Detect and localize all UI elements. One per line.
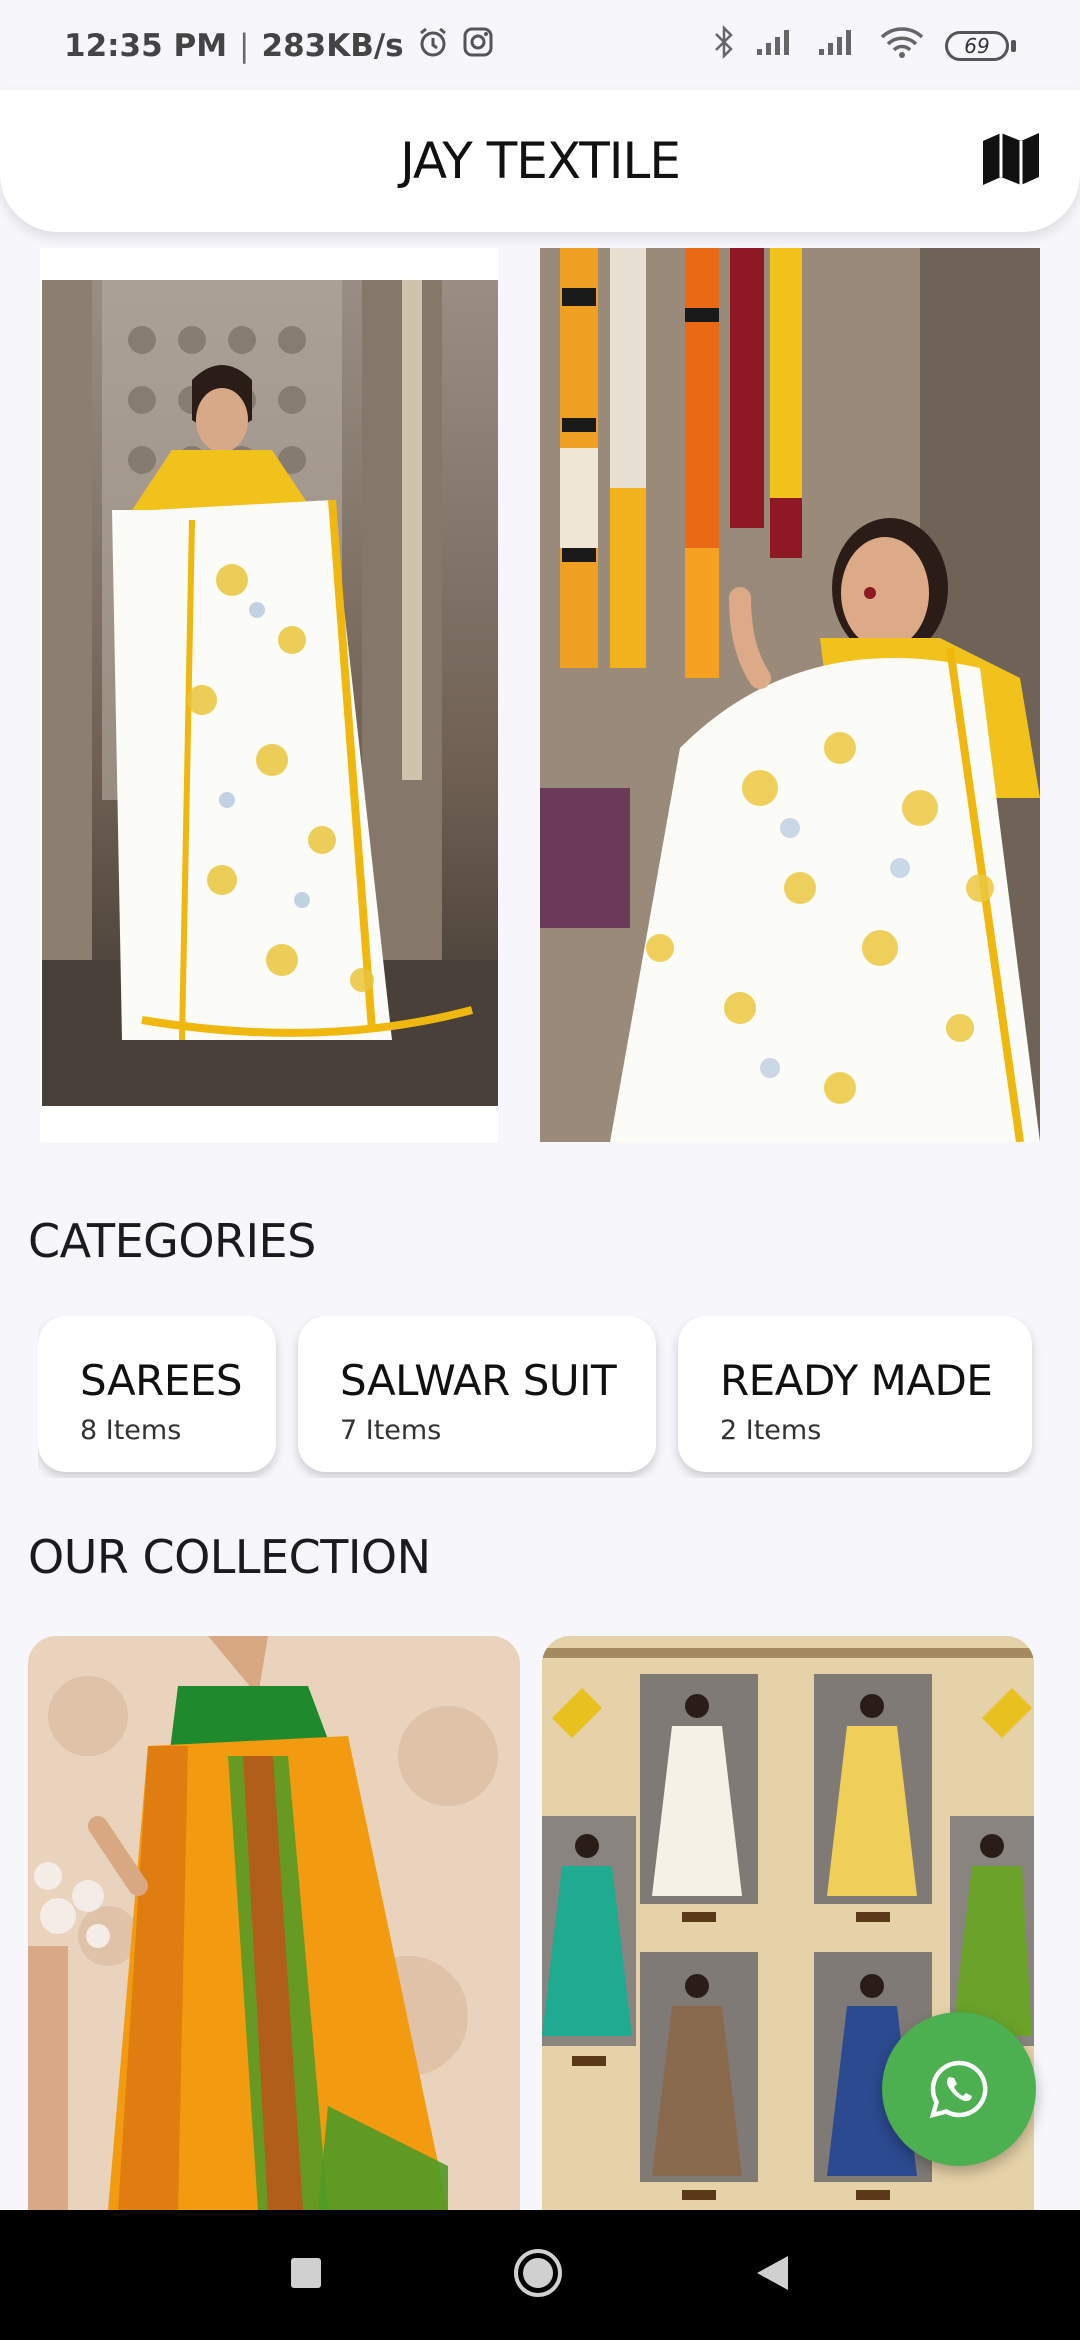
bluetooth-icon (713, 24, 735, 67)
status-time: 12:35 PM (64, 28, 228, 64)
category-card-salwar-suit[interactable]: SALWAR SUIT 7 Items (298, 1316, 656, 1472)
app-bar: JAY TEXTILE (0, 90, 1080, 232)
category-name: READY MADE (720, 1356, 993, 1405)
categories-title: CATEGORIES (28, 1214, 316, 1268)
signal-icon (755, 27, 797, 65)
map-button[interactable] (976, 124, 1046, 194)
category-count: 8 Items (80, 1415, 182, 1446)
orange-saree-photo (28, 1636, 520, 2210)
battery-icon: 69 (945, 31, 1016, 61)
status-separator: | (239, 28, 250, 64)
system-nav-bar (0, 2210, 1080, 2340)
status-bar: 12:35 PM | 283KB/s 69 (0, 0, 1080, 92)
category-count: 2 Items (720, 1415, 822, 1446)
recents-square-icon[interactable] (290, 2257, 322, 2293)
banner-image[interactable] (540, 248, 1040, 1142)
app-title: JAY TEXTILE (400, 132, 681, 190)
wifi-icon (879, 25, 925, 67)
battery-level: 69 (964, 34, 990, 58)
categories-list[interactable]: SAREES 8 Items SALWAR SUIT 7 Items READY… (38, 1316, 1080, 1478)
collection-item[interactable] (28, 1636, 520, 2210)
category-name: SAREES (80, 1356, 243, 1405)
map-icon (983, 133, 1039, 185)
category-count: 7 Items (340, 1415, 442, 1446)
whatsapp-button[interactable] (882, 2012, 1036, 2166)
saree-model-standing-photo (42, 280, 498, 1106)
banner-carousel[interactable] (40, 248, 1040, 1142)
alarm-icon (416, 25, 450, 67)
signal-icon (817, 27, 859, 65)
saree-model-garlands-photo (540, 248, 1040, 1142)
category-name: SALWAR SUIT (340, 1356, 617, 1405)
collection-title: OUR COLLECTION (28, 1530, 431, 1584)
home-circle-icon[interactable] (512, 2247, 564, 2303)
back-triangle-icon[interactable] (754, 2254, 790, 2296)
network-speed: 283KB/s (261, 28, 404, 64)
category-card-ready-made[interactable]: READY MADE 2 Items (678, 1316, 1032, 1472)
whatsapp-icon (929, 2060, 988, 2119)
banner-image[interactable] (40, 248, 498, 1142)
category-card-sarees[interactable]: SAREES 8 Items (38, 1316, 276, 1472)
instagram-icon (462, 26, 494, 66)
